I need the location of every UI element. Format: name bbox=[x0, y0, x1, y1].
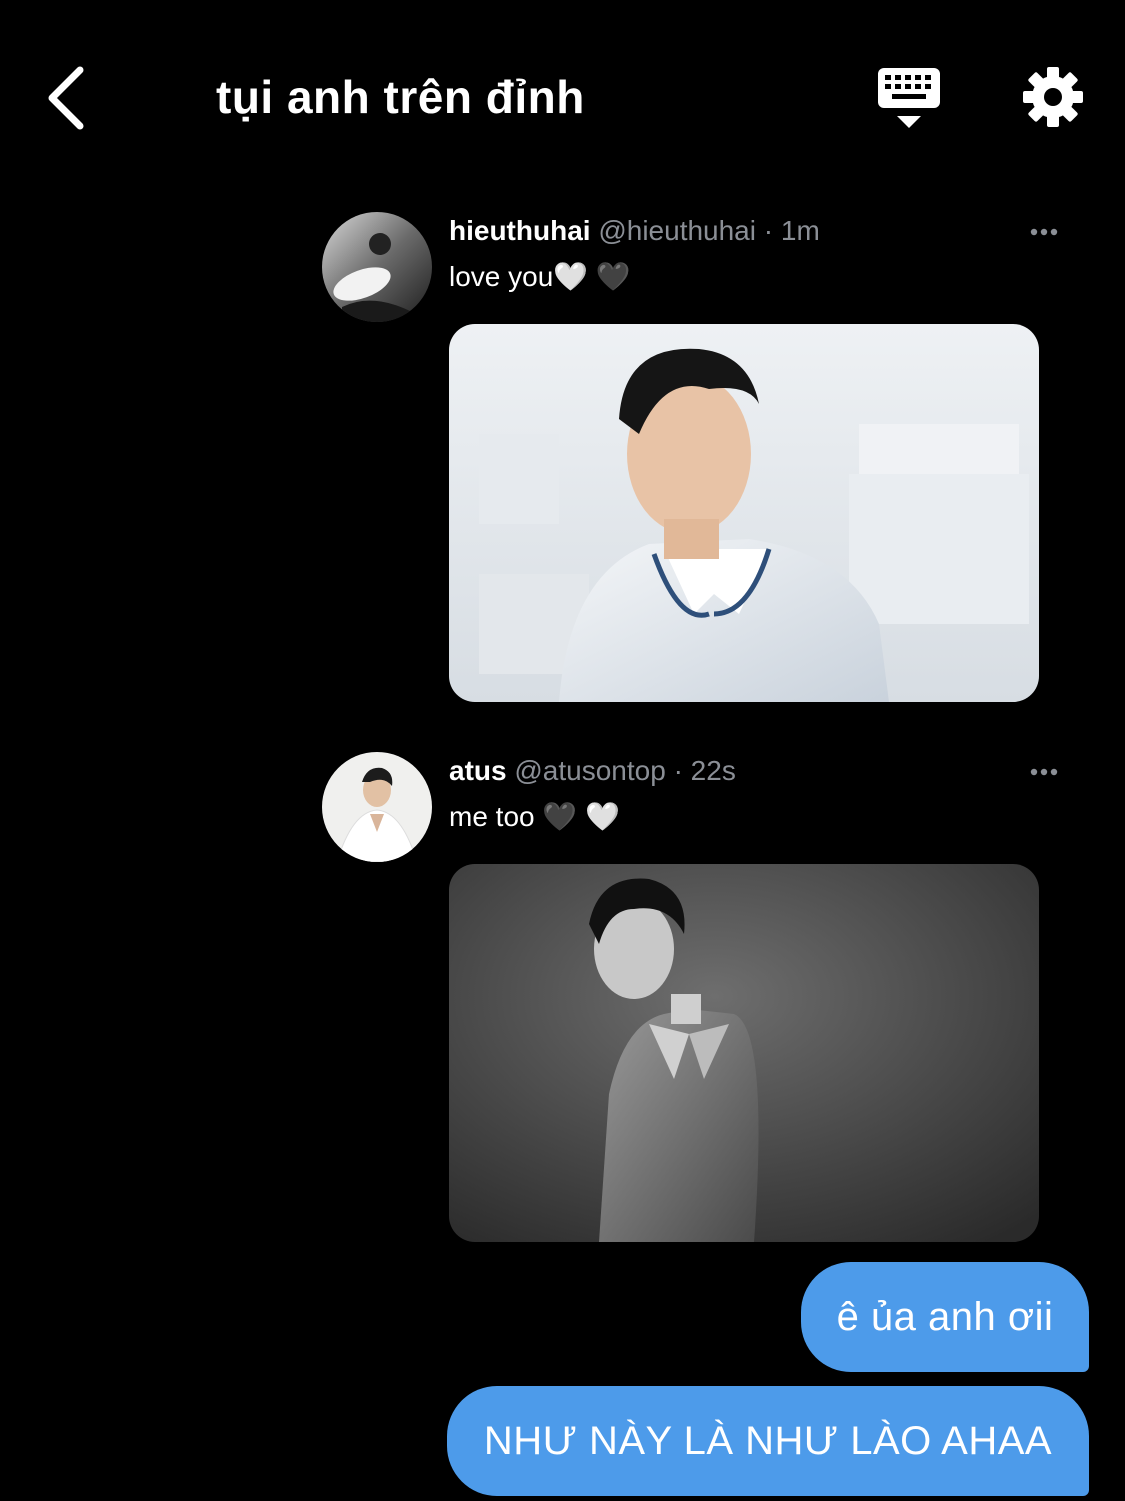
message-bubble[interactable]: ê ủa anh ơii bbox=[801, 1262, 1089, 1372]
meta-separator: · bbox=[763, 215, 774, 246]
timestamp: 22s bbox=[690, 755, 736, 786]
tweet-photo[interactable] bbox=[449, 324, 1039, 702]
more-horizontal-icon bbox=[1030, 228, 1058, 236]
tweet-meta: atus @atusontop · 22s bbox=[449, 755, 736, 787]
author-handle: @hieuthuhai bbox=[598, 215, 756, 246]
message-text: NHƯ NÀY LÀ NHƯ LÀO AHAA bbox=[483, 1418, 1053, 1463]
more-horizontal-icon bbox=[1030, 768, 1058, 776]
more-button[interactable] bbox=[1022, 762, 1066, 782]
shared-tweet-card[interactable]: hieuthuhai @hieuthuhai · 1m love you🤍 🖤 bbox=[322, 212, 1082, 707]
shared-tweet-card[interactable]: atus @atusontop · 22s me too 🖤 🤍 bbox=[322, 752, 1082, 1247]
tweet-meta: hieuthuhai @hieuthuhai · 1m bbox=[449, 215, 820, 247]
keyboard-icon bbox=[878, 68, 940, 128]
keyboard-button[interactable] bbox=[876, 66, 942, 132]
avatar[interactable] bbox=[322, 212, 432, 322]
timestamp: 1m bbox=[780, 215, 820, 246]
message-text: ê ủa anh ơii bbox=[836, 1294, 1054, 1339]
message-bubble[interactable]: NHƯ NÀY LÀ NHƯ LÀO AHAA bbox=[447, 1386, 1089, 1496]
tweet-text: me too 🖤 🤍 bbox=[449, 801, 620, 832]
gear-icon bbox=[1023, 67, 1083, 127]
meta-separator: · bbox=[673, 755, 683, 786]
more-button[interactable] bbox=[1022, 222, 1066, 242]
avatar[interactable] bbox=[322, 752, 432, 862]
tweet-photo[interactable] bbox=[449, 864, 1039, 1242]
header-bar: tụi anh trên đỉnh bbox=[0, 0, 1125, 190]
author-handle: @atusontop bbox=[514, 755, 666, 786]
author-name: hieuthuhai bbox=[449, 215, 591, 246]
chevron-left-icon bbox=[48, 66, 84, 130]
back-button[interactable] bbox=[40, 62, 100, 134]
conversation-title: tụi anh trên đỉnh bbox=[216, 71, 585, 123]
tweet-text: love you🤍 🖤 bbox=[449, 261, 631, 292]
settings-button[interactable] bbox=[1020, 64, 1086, 130]
author-name: atus bbox=[449, 755, 507, 786]
